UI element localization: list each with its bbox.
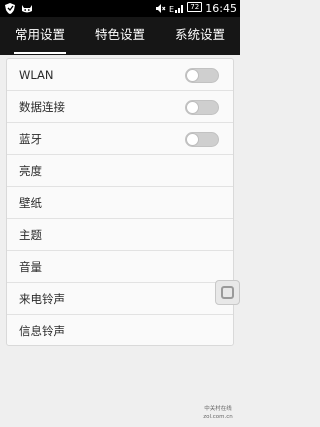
setting-label: 亮度 [19,163,42,178]
battery-icon: 72 [187,2,203,15]
data-connection-toggle[interactable] [185,100,219,115]
tab-featured-settings[interactable]: 特色设置 [80,17,160,55]
mute-icon [155,2,166,15]
phone-screen: E 72 16:45 常用设置 特色设置 系统设置 WLAN 数据连接 蓝牙 亮… [0,0,240,427]
toggle-knob [186,133,199,146]
cat-icon [21,2,33,15]
square-icon [221,286,234,299]
wlan-toggle[interactable] [185,68,219,83]
shield-icon [4,2,16,15]
setting-label: 数据连接 [19,99,65,114]
setting-label: 来电铃声 [19,291,65,306]
setting-label: 主题 [19,227,42,242]
setting-row-brightness[interactable]: 亮度 [7,155,233,187]
setting-row-ringtone[interactable]: 来电铃声 [7,283,233,315]
setting-label: 蓝牙 [19,131,42,146]
setting-row-bluetooth[interactable]: 蓝牙 [7,123,233,155]
setting-row-volume[interactable]: 音量 [7,251,233,283]
setting-label: WLAN [19,67,54,82]
setting-label: 壁纸 [19,195,42,210]
signal-icon: E [169,2,184,15]
status-bar: E 72 16:45 [0,0,240,17]
tab-common-settings[interactable]: 常用设置 [0,17,80,55]
setting-label: 音量 [19,259,42,274]
bluetooth-toggle[interactable] [185,132,219,147]
settings-tab-bar: 常用设置 特色设置 系统设置 [0,17,240,55]
battery-level: 72 [187,2,203,12]
svg-text:zol.com.cn: zol.com.cn [203,414,233,420]
floating-assistive-button[interactable] [215,280,240,305]
setting-row-theme[interactable]: 主题 [7,219,233,251]
svg-text:E: E [169,5,174,14]
system-icons: E 72 16:45 [155,1,237,16]
watermark-logo: 中关村在线 zol.com.cn [201,402,235,422]
tab-system-settings[interactable]: 系统设置 [160,17,240,55]
setting-row-wlan[interactable]: WLAN [7,59,233,91]
clock: 16:45 [205,2,237,15]
setting-row-data-connection[interactable]: 数据连接 [7,91,233,123]
toggle-knob [186,69,199,82]
setting-row-wallpaper[interactable]: 壁纸 [7,187,233,219]
toggle-knob [186,101,199,114]
setting-label: 信息铃声 [19,324,65,338]
settings-list: WLAN 数据连接 蓝牙 亮度 壁纸 主题 音量 来电铃声 信息铃声 [6,58,234,346]
setting-row-message-tone[interactable]: 信息铃声 [7,315,233,347]
notification-icons [4,2,33,15]
svg-text:中关村在线: 中关村在线 [204,404,232,412]
